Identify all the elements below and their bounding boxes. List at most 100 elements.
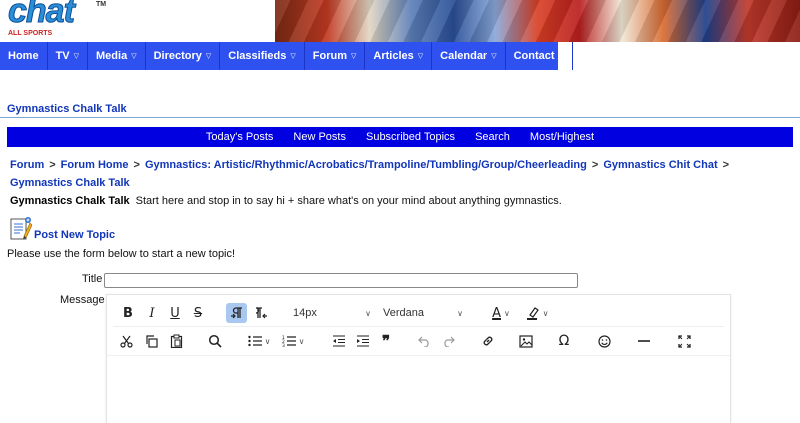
message-label: Message: [60, 294, 105, 306]
nav-item-articles[interactable]: Articles ▽: [365, 42, 433, 70]
chevron-down-icon: ∨: [457, 308, 463, 318]
link-icon[interactable]: [479, 331, 497, 351]
underline-icon[interactable]: U: [166, 303, 184, 323]
nav-item-label: Classifieds: [228, 50, 287, 62]
outdent-icon[interactable]: [329, 331, 347, 351]
title-divider: [0, 117, 800, 118]
chevron-down-icon: ∨: [542, 308, 549, 318]
chevron-down-icon: ∨: [365, 308, 371, 318]
chevron-down-icon: ▽: [491, 53, 497, 60]
post-new-topic-link[interactable]: Post New Topic: [10, 212, 115, 242]
undo-icon[interactable]: [415, 331, 433, 351]
nav-item-label: TV: [55, 50, 70, 62]
sports-banner-image: [275, 0, 800, 42]
nav-item-media[interactable]: Media ▽: [88, 42, 146, 70]
strikethrough-icon[interactable]: S: [189, 303, 207, 323]
nav-item-directory[interactable]: Directory ▽: [146, 42, 221, 70]
forum-name: Gymnastics Chalk Talk: [10, 195, 130, 207]
logo-tagline: ALL SPORTS: [8, 30, 53, 37]
fullscreen-icon[interactable]: [675, 331, 693, 351]
text-color-icon[interactable]: A ∨: [485, 303, 517, 323]
logo-trademark: TM: [96, 1, 107, 8]
title-input[interactable]: [104, 273, 578, 288]
subnav-new-posts[interactable]: New Posts: [293, 131, 346, 143]
logo-wordmark: chat: [8, 0, 76, 31]
chevron-down-icon: ∨: [504, 308, 510, 318]
breadcrumb-separator: >: [133, 159, 140, 171]
main-nav: Home TV ▽ Media ▽ Directory ▽ Classifieds ▽ …: [0, 42, 800, 70]
nav-item-tv[interactable]: TV ▽: [48, 42, 89, 70]
paste-icon[interactable]: [167, 331, 185, 351]
cut-icon[interactable]: [117, 331, 135, 351]
nav-item-label: Home: [8, 50, 39, 62]
chevron-down-icon: ▽: [417, 53, 424, 60]
nav-item-contact[interactable]: Contact ▽: [506, 42, 573, 70]
bullet-list-icon[interactable]: ∨: [245, 331, 273, 351]
post-new-topic-label: Post New Topic: [34, 229, 116, 241]
rtl-icon[interactable]: [252, 303, 270, 323]
italic-icon[interactable]: I: [143, 303, 161, 323]
breadcrumb-separator: >: [591, 159, 599, 171]
redo-icon[interactable]: [439, 331, 457, 351]
chevron-down-icon: ▽: [131, 53, 137, 60]
form-instructions: Please use the form below to start a new…: [7, 248, 236, 260]
emoji-icon[interactable]: [595, 331, 613, 351]
rich-text-editor: B I U S 14px ∨ Verdana ∨ A ∨ ∨ ∨ 1 2 3 ∨…: [106, 294, 731, 423]
special-char-icon[interactable]: Ω: [555, 331, 573, 351]
nav-item-forum[interactable]: Forum ▽: [305, 42, 366, 70]
font-family-value: Verdana: [383, 307, 424, 319]
breadcrumb-forum-home[interactable]: Forum Home: [61, 159, 129, 171]
nav-item-calendar[interactable]: Calendar ▽: [432, 42, 506, 70]
font-size-value: 14px: [293, 307, 317, 319]
nav-item-label: Articles: [373, 50, 414, 62]
text-color-glyph: A: [492, 305, 502, 321]
chevron-down-icon: ∨: [298, 336, 305, 346]
font-family-select[interactable]: Verdana ∨: [379, 304, 467, 322]
ltr-icon[interactable]: [226, 303, 247, 323]
new-post-icon: [10, 216, 33, 242]
chevron-down-icon: ∨: [264, 336, 271, 346]
forum-subnav: Today's Posts New Posts Subscribed Topic…: [7, 127, 793, 147]
horizontal-rule-icon[interactable]: [635, 331, 653, 351]
breadcrumb-separator: >: [49, 159, 56, 171]
chevron-down-icon: ▽: [205, 53, 212, 60]
editor-toolbar-row-2: ∨ 1 2 3 ∨ ❞ Ω: [113, 326, 724, 354]
chevron-down-icon: ▽: [351, 53, 357, 60]
nav-item-label: Calendar: [440, 50, 488, 62]
font-size-select[interactable]: 14px ∨: [289, 304, 375, 322]
nav-item-home[interactable]: Home: [0, 42, 48, 70]
subnav-todays-posts[interactable]: Today's Posts: [206, 131, 274, 143]
nav-item-classifieds[interactable]: Classifieds ▽: [220, 42, 305, 70]
breadcrumb-gymnastics-category[interactable]: Gymnastics: Artistic/Rhythmic/Acrobatics…: [145, 159, 587, 171]
blockquote-icon[interactable]: ❞: [377, 331, 395, 351]
chevron-down-icon: ▽: [73, 53, 80, 60]
chevron-down-icon: ▽: [558, 53, 564, 60]
image-icon[interactable]: [517, 331, 535, 351]
forum-description-text: Start here and stop in to say hi + share…: [135, 195, 562, 207]
breadcrumb-gymnastics-chalk-talk[interactable]: Gymnastics Chalk Talk: [10, 177, 130, 189]
breadcrumb-separator: >: [722, 159, 730, 171]
highlight-icon[interactable]: ∨: [521, 303, 553, 323]
subnav-search[interactable]: Search: [475, 131, 510, 143]
search-icon[interactable]: [205, 331, 225, 351]
breadcrumb-forum[interactable]: Forum: [10, 159, 44, 171]
main-nav-bar: Home TV ▽ Media ▽ Directory ▽ Classifieds ▽ …: [0, 42, 573, 70]
nav-item-label: Contact: [513, 50, 555, 62]
breadcrumb: Forum > Forum Home > Gymnastics: Artistic/Rh…: [10, 156, 790, 192]
editor-content-area[interactable]: [107, 355, 730, 423]
title-label: Title: [82, 273, 103, 285]
subnav-most-highest[interactable]: Most/Highest: [530, 131, 594, 143]
indent-icon[interactable]: [353, 331, 371, 351]
editor-toolbar-row-1: B I U S 14px ∨ Verdana ∨ A ∨ ∨: [107, 299, 730, 327]
copy-icon[interactable]: [142, 331, 160, 351]
chevron-down-icon: ▽: [290, 53, 296, 60]
breadcrumb-gymnastics-chit-chat[interactable]: Gymnastics Chit Chat: [603, 159, 717, 171]
numbered-list-icon[interactable]: 1 2 3 ∨: [279, 331, 307, 351]
page-title: Gymnastics Chalk Talk: [7, 103, 127, 115]
forum-description: Gymnastics Chalk Talk Start here and stop…: [10, 195, 562, 207]
bold-icon[interactable]: B: [119, 303, 137, 323]
nav-item-label: Directory: [153, 50, 202, 62]
subnav-subscribed-topics[interactable]: Subscribed Topics: [366, 131, 455, 143]
site-header: chat TM ALL SPORTS: [0, 0, 800, 42]
site-logo[interactable]: chat TM ALL SPORTS: [0, 0, 110, 40]
